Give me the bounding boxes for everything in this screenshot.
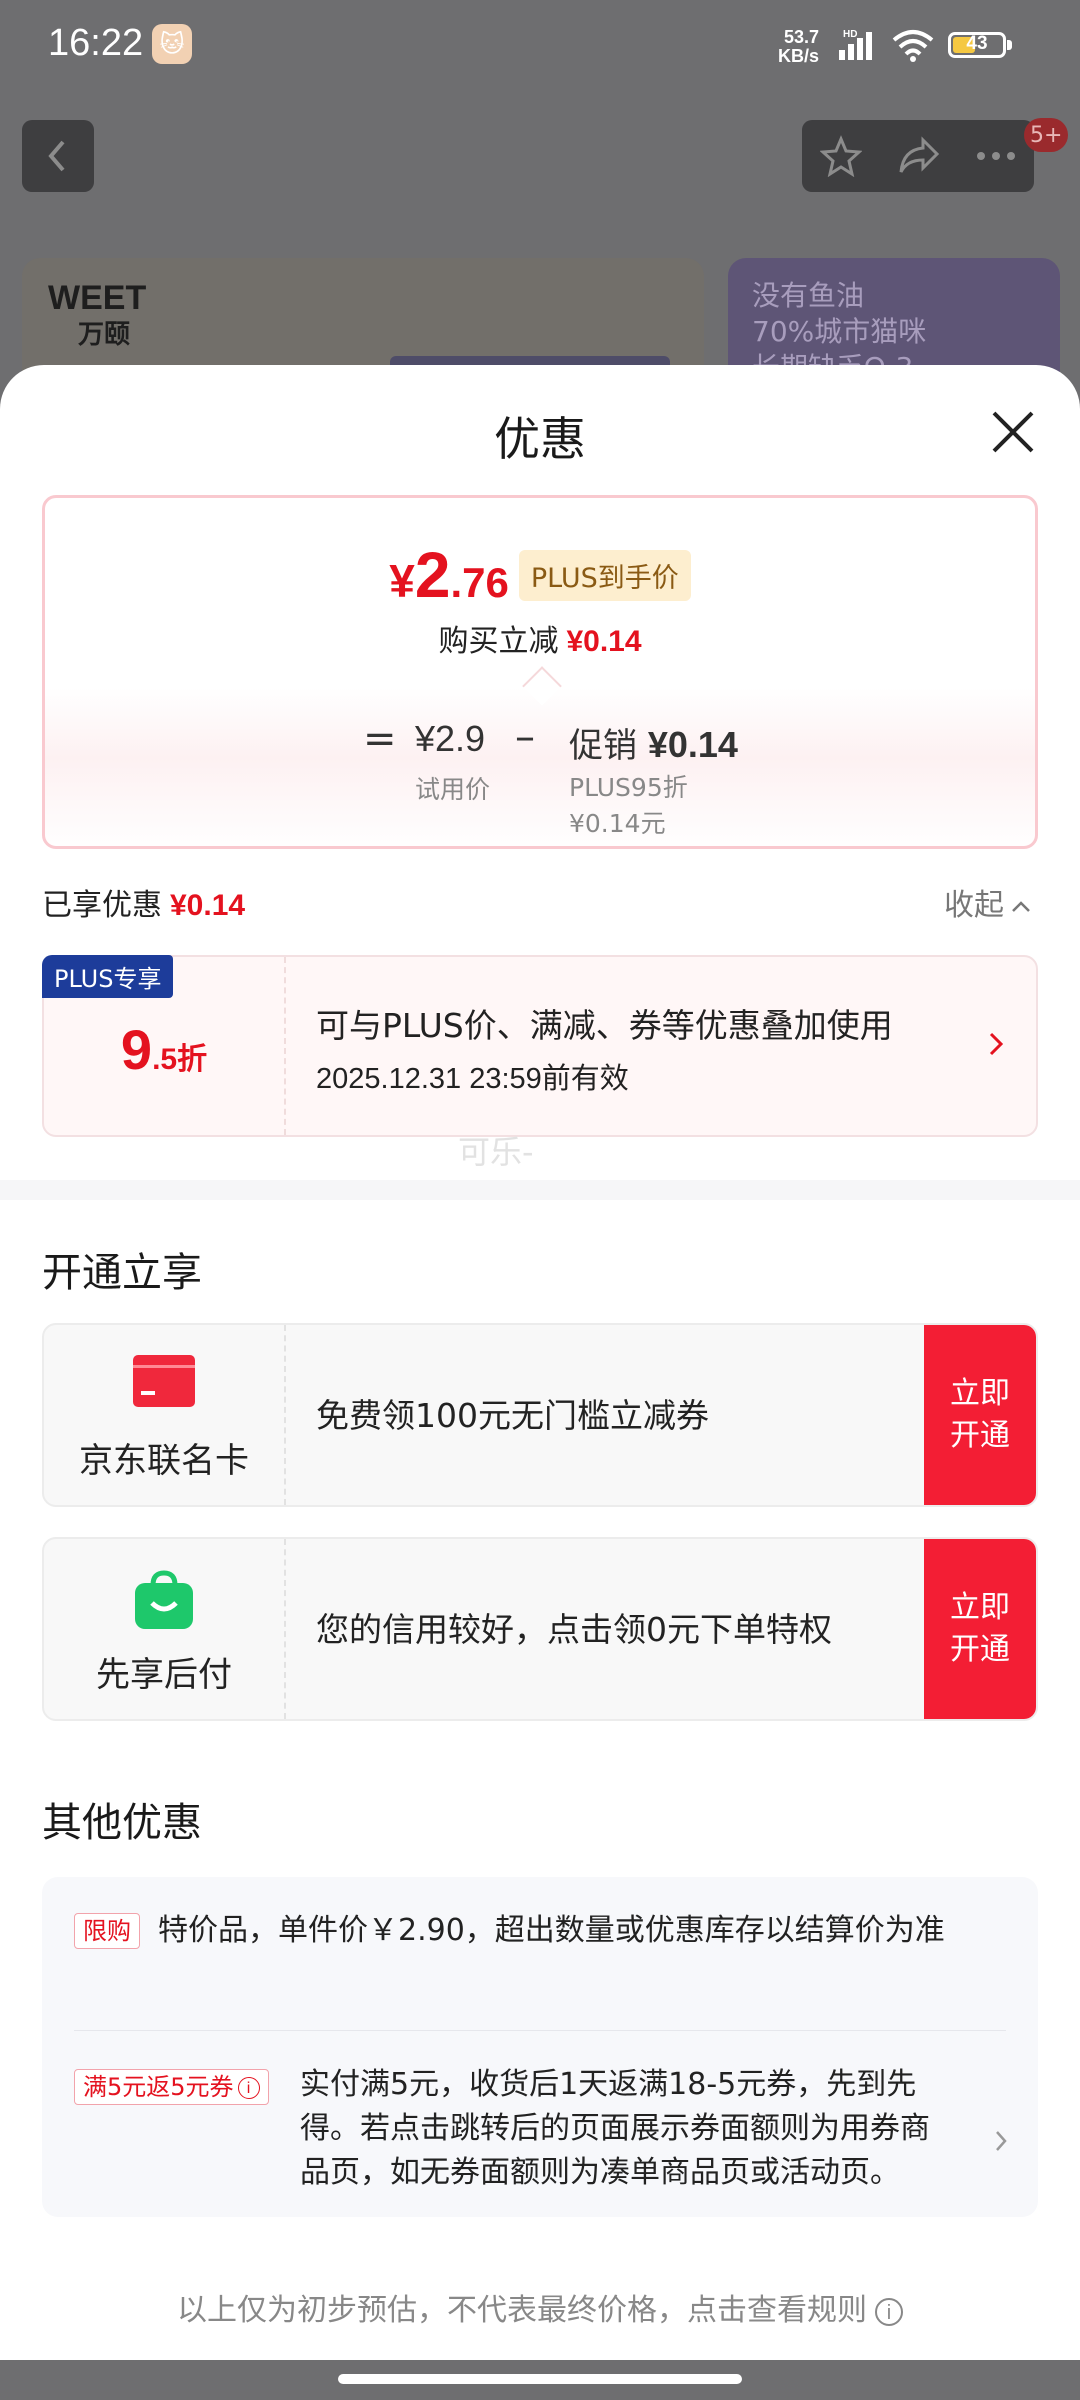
plus-card-validity: 2025.12.31 23:59前有效 [316, 1063, 629, 1095]
plus-discount-card[interactable]: PLUS专享 9.5折 可与PLUS价、满减、券等优惠叠加使用 2025.12.… [42, 955, 1038, 1137]
collapse-button[interactable]: 收起 [944, 880, 1032, 924]
limit-purchase-tag: 限购 [74, 1913, 140, 1949]
rules-note[interactable]: 以上仅为初步预估，不代表最终价格，点击查看规则 i [0, 2285, 1080, 2329]
jd-cobrand-card-desc: 免费领100元无门槛立减券 [316, 1396, 709, 1435]
promo-amount: 促销 ¥0.14 [569, 724, 738, 766]
plus-exclusive-badge: PLUS专享 [42, 955, 174, 998]
promo-detail: PLUS95折 ¥0.14元 [569, 773, 688, 838]
plus-card-desc: 可与PLUS价、满减、券等优惠叠加使用 [316, 1006, 893, 1045]
instant-reduction: 购买立减 ¥0.14 [438, 624, 642, 659]
info-icon[interactable]: i [875, 2297, 903, 2326]
open-jd-card-button[interactable]: 立即 开通 [924, 1325, 1036, 1505]
brand-logo: WEET 万颐 [48, 280, 146, 352]
jd-cobrand-card-item[interactable]: 京东联名卡 免费领100元无门槛立减券 立即 开通 [42, 1323, 1038, 1507]
home-indicator[interactable] [338, 2374, 742, 2384]
plus-price-tag: PLUS到手价 [518, 549, 691, 601]
more-icon[interactable] [976, 151, 1016, 161]
cashback-coupon-tag[interactable]: 满5元返5元券 i [74, 2069, 269, 2105]
hd-label: HD [843, 29, 857, 40]
discount-sheet: 优惠 ¥2.76 PLUS到手价 购买立减 ¥0.14 = ¥2.9 试用价 – 促… [0, 365, 1080, 2360]
brand-logo-cn: 万颐 [78, 319, 131, 349]
chevron-up-icon [1012, 900, 1030, 912]
trial-price-label: 试用价 [415, 775, 491, 804]
network-speed: 53.7 KB/s [778, 28, 819, 66]
enjoyed-discount: 已享优惠 ¥0.14 [42, 888, 246, 923]
open-pay-later-button[interactable]: 立即 开通 [924, 1539, 1036, 1719]
net-speed-unit: KB/s [778, 46, 820, 66]
cashback-coupon-text[interactable]: 实付满5元，收货后1天返满18-5元券，先到先得。若点击跳转后的页面展示券面额则… [300, 2063, 950, 2195]
share-icon[interactable] [897, 136, 941, 176]
discount-rate: 9.5折 [120, 1018, 208, 1081]
status-bar: 16:22 🐱 53.7 KB/s HD 43 [0, 0, 1080, 95]
watermark: 可乐- [458, 1133, 534, 1171]
chevron-left-icon [48, 140, 65, 172]
card-icon [133, 1355, 195, 1407]
pay-later-name: 先享后付 [96, 1655, 232, 1695]
cell-signal-icon: HD [839, 29, 872, 60]
brand-logo-en: WEET [48, 279, 147, 317]
wifi-icon [892, 30, 934, 62]
battery-icon: 43 [948, 32, 1006, 58]
jd-cobrand-card-name: 京东联名卡 [79, 1441, 249, 1481]
net-speed-value: 53.7 [783, 27, 820, 47]
sheet-title: 优惠 [494, 412, 586, 466]
pay-later-item[interactable]: 先享后付 您的信用较好，点击领0元下单特权 立即 开通 [42, 1537, 1038, 1721]
open-section-title: 开通立享 [42, 1250, 202, 1296]
pay-later-desc: 您的信用较好，点击领0元下单特权 [316, 1610, 832, 1649]
limit-purchase-text: 特价品，单件价￥2.90，超出数量或优惠库存以结算价为准 [158, 1913, 945, 1948]
final-price: ¥2.76 [389, 539, 509, 611]
other-section-title: 其他优惠 [42, 1800, 202, 1846]
trial-price: ¥2.9 [415, 718, 486, 759]
battery-level: 43 [966, 33, 988, 54]
other-offers-list: 限购 特价品，单件价￥2.90，超出数量或优惠库存以结算价为准 满5元返5元券 i… [42, 1877, 1038, 2217]
shopping-bag-icon [135, 1570, 193, 1629]
status-time: 16:22 [48, 22, 144, 64]
star-icon[interactable] [819, 135, 862, 177]
price-summary: ¥2.76 PLUS到手价 购买立减 ¥0.14 = ¥2.9 试用价 – 促销 ¥… [42, 495, 1038, 849]
info-icon[interactable]: i [237, 2077, 260, 2099]
chevron-right-icon[interactable] [994, 2129, 1008, 2153]
top-actions [802, 120, 1034, 192]
close-icon[interactable] [982, 401, 1044, 463]
message-badge: 5+ [1024, 118, 1069, 152]
chevron-right-icon [989, 1032, 1004, 1056]
back-button[interactable] [22, 120, 94, 192]
app-notification-icon: 🐱 [152, 24, 192, 64]
